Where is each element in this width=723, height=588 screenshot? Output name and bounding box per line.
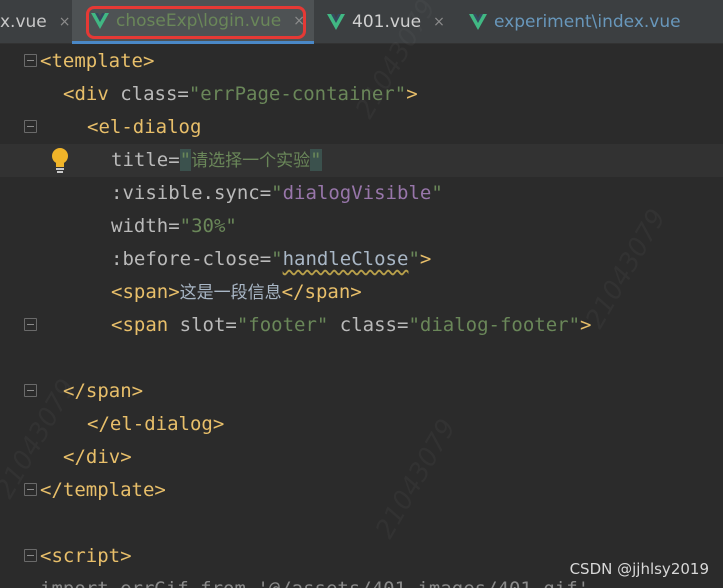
- code-line: <span slot="footer" class="dialog-footer…: [111, 309, 591, 342]
- code-token: ": [408, 248, 420, 270]
- code-line: :before-close="handleClose">: [111, 243, 431, 276]
- code-line: import errGif from '@/assets/401_images/…: [40, 573, 589, 588]
- code-token: handleClose: [282, 248, 409, 270]
- close-icon[interactable]: ×: [59, 14, 71, 30]
- tab-label: x.vue: [0, 12, 47, 32]
- code-token: class=: [108, 83, 189, 105]
- code-token: :before-close=: [111, 248, 272, 270]
- code-token: >: [419, 248, 432, 270]
- fold-marker-icon[interactable]: [24, 549, 37, 562]
- fold-marker-icon[interactable]: [24, 54, 37, 67]
- lightbulb-icon[interactable]: [51, 147, 69, 173]
- tab-401-vue[interactable]: 401.vue ×: [326, 0, 456, 44]
- code-token: <template>: [40, 50, 155, 72]
- code-line: </template>: [40, 474, 166, 507]
- code-token: width=: [111, 215, 180, 237]
- code-token: import errGif from '@/assets/401_images/…: [40, 578, 589, 588]
- code-editor[interactable]: <template> <div class="errPage-container…: [0, 0, 723, 588]
- tab-experiment-index[interactable]: experiment\index.vue: [468, 0, 723, 44]
- annotation-highlight-box: [86, 6, 306, 39]
- code-token: class=: [328, 314, 409, 336]
- fold-marker-icon[interactable]: [24, 384, 37, 397]
- close-icon[interactable]: ×: [433, 14, 445, 30]
- tab-label: 401.vue: [352, 12, 422, 32]
- code-token: title=: [111, 149, 180, 171]
- watermark: 21043079: [580, 204, 673, 334]
- code-token: ": [310, 149, 322, 171]
- code-line: width="30%": [111, 210, 237, 243]
- code-token: "errPage-container": [188, 83, 407, 105]
- code-token: <script>: [40, 545, 132, 567]
- code-token: "dialog-footer": [408, 314, 581, 336]
- code-line: <div class="errPage-container">: [63, 78, 418, 111]
- code-token: ": [271, 248, 283, 270]
- code-token: <span>: [111, 281, 180, 303]
- code-line: </span>: [63, 375, 143, 408]
- code-token: "footer": [236, 314, 329, 336]
- code-token: </el-dialog>: [87, 413, 225, 435]
- code-line: <el-dialog: [87, 111, 201, 144]
- code-token: ": [179, 149, 192, 171]
- code-token: slot=: [168, 314, 237, 336]
- code-token: ": [431, 182, 443, 204]
- code-token: >: [580, 314, 592, 336]
- code-token: </span>: [63, 380, 144, 402]
- watermark: 21043079: [370, 414, 463, 544]
- code-token: <div: [63, 83, 109, 105]
- vue-icon: [327, 14, 345, 30]
- tab-x-vue[interactable]: x.vue ×: [0, 0, 72, 44]
- code-line: </el-dialog>: [87, 408, 224, 441]
- fold-marker-icon[interactable]: [24, 483, 37, 496]
- code-token: </span>: [281, 281, 362, 303]
- code-token: >: [406, 83, 418, 105]
- fold-marker-icon[interactable]: [24, 120, 37, 133]
- code-token: "30%": [179, 215, 237, 237]
- tab-label: experiment\index.vue: [494, 12, 681, 32]
- code-token: 请选择一个实验: [191, 151, 311, 171]
- current-line-highlight: [0, 144, 723, 177]
- code-line: <span>这是一段信息</span>: [111, 276, 362, 309]
- vue-icon: [469, 14, 487, 30]
- code-line: </div>: [63, 441, 132, 474]
- code-token: :visible.sync=: [111, 182, 272, 204]
- csdn-credit: CSDN @jjhlsy2019: [569, 560, 709, 578]
- code-token: 这是一段信息: [179, 283, 282, 303]
- code-token: </template>: [40, 479, 166, 501]
- editor-tab-bar: x.vue × choseExp\login.vue × 401.vue × e…: [0, 0, 723, 44]
- code-token: ": [271, 182, 283, 204]
- code-token: <span: [111, 314, 169, 336]
- code-token: </div>: [63, 446, 132, 468]
- code-token: <el-dialog: [87, 116, 202, 138]
- code-token: dialogVisible: [282, 182, 432, 204]
- code-line: title="请选择一个实验": [111, 144, 322, 177]
- code-line: <template>: [40, 45, 154, 78]
- code-line: <script>: [40, 540, 132, 573]
- fold-marker-icon[interactable]: [24, 318, 37, 331]
- code-line: :visible.sync="dialogVisible": [111, 177, 443, 210]
